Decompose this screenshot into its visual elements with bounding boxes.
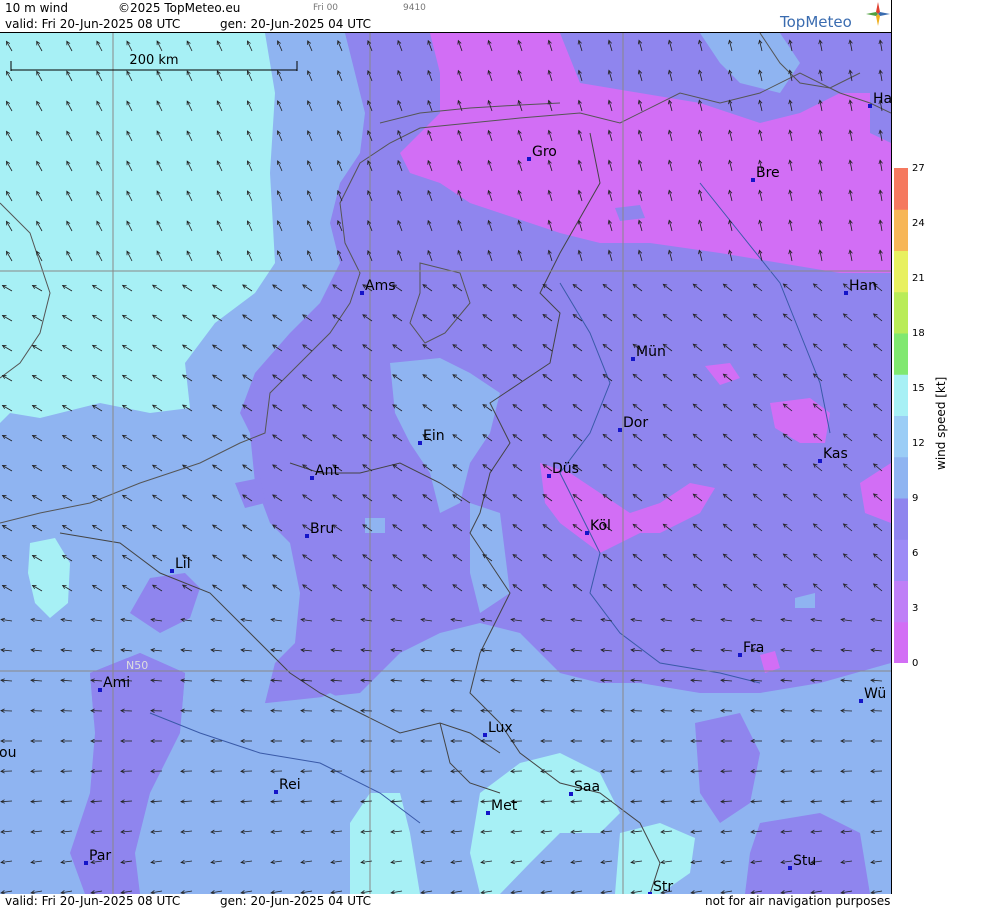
city-marker	[360, 291, 364, 295]
city-label: Han	[849, 278, 877, 294]
grid-label-n50: N50	[126, 659, 148, 672]
valid-time: valid: Fri 20-Jun-2025 08 UTC	[5, 17, 181, 31]
colorbar-band	[894, 374, 908, 416]
city-label: ou	[0, 745, 16, 761]
colorbar-band	[894, 580, 908, 623]
city-marker	[486, 811, 490, 815]
colorbar-tick-label: 24	[912, 218, 925, 229]
city-label: Ams	[365, 278, 396, 294]
city-label: Stu	[793, 853, 816, 869]
city-label: Fra	[743, 640, 764, 656]
city-label: Ha	[873, 91, 891, 107]
colorbar-band	[894, 291, 908, 334]
city-marker	[483, 733, 487, 737]
city-marker	[527, 157, 531, 161]
city-label: Wü	[864, 686, 886, 702]
footer-disclaimer: not for air navigation purposes	[705, 894, 891, 908]
wind-speed-colorbar	[894, 168, 908, 663]
city-marker	[859, 699, 863, 703]
city-marker	[844, 291, 848, 295]
city-marker	[547, 474, 551, 478]
colorbar-tick-label: 9	[912, 493, 919, 504]
colorbar-band	[894, 498, 908, 540]
city-marker	[585, 531, 589, 535]
city-marker	[818, 459, 822, 463]
colorbar-tick-label: 0	[912, 658, 919, 669]
city-label: Ant	[315, 463, 339, 479]
city-marker	[310, 476, 314, 480]
colorbar-tick-label: 3	[912, 603, 919, 614]
scale-bar-label: 200 km	[129, 53, 178, 68]
colorbar-band	[894, 415, 908, 458]
logo-text: TopMeteo	[780, 13, 852, 31]
run-label: Fri 00	[313, 3, 339, 13]
city-marker	[738, 653, 742, 657]
city-label: Met	[491, 798, 518, 814]
city-marker	[305, 534, 309, 538]
city-marker	[418, 441, 422, 445]
city-marker	[751, 178, 755, 182]
city-label: Lil	[175, 556, 191, 572]
city-marker	[631, 357, 635, 361]
colorbar-tick-label: 21	[912, 273, 925, 284]
colorbar-tick-label: 15	[912, 383, 925, 394]
city-label: Köl	[590, 518, 611, 534]
city-marker	[788, 866, 792, 870]
topmeteo-logo: TopMeteo	[780, 2, 890, 32]
colorbar-band	[894, 250, 908, 293]
city-label: Ami	[103, 675, 130, 691]
city-marker	[868, 104, 872, 108]
colorbar-band	[894, 539, 908, 581]
city-label: Mün	[636, 344, 666, 360]
colorbar-band	[894, 621, 908, 663]
footer-generated-time: gen: 20-Jun-2025 04 UTC	[220, 894, 372, 908]
city-marker	[170, 569, 174, 573]
city-label: Rei	[279, 777, 301, 793]
wind-map-canvas: N50 200 km Ha Gro Bre Ams Han Mün Dor Ein Kas Ant…	[0, 33, 891, 894]
city-label: Bru	[310, 521, 334, 537]
city-marker	[274, 790, 278, 794]
city-label: Str	[653, 879, 673, 894]
city-marker	[618, 428, 622, 432]
city-marker	[98, 688, 102, 692]
colorbar-tick-label: 12	[912, 438, 925, 449]
generated-time: gen: 20-Jun-2025 04 UTC	[220, 17, 372, 31]
colorbar-tick-label: 6	[912, 548, 919, 559]
footer: valid: Fri 20-Jun-2025 08 UTC gen: 20-Ju…	[0, 894, 983, 909]
colorbar-tick-label: 18	[912, 328, 925, 339]
city-label: Düs	[552, 461, 579, 477]
city-label: Gro	[532, 144, 557, 160]
city-marker	[569, 792, 573, 796]
city-label: Saa	[574, 779, 600, 795]
city-label: Dor	[623, 415, 648, 431]
city-label: Ein	[423, 428, 445, 444]
colorbar-band	[894, 456, 908, 499]
city-label: Par	[89, 848, 111, 864]
colorbar-title: wind speed [kt]	[934, 376, 948, 470]
run-code: 9410	[403, 3, 426, 13]
compass-star-icon	[866, 2, 890, 26]
blue-region-bru-small	[365, 518, 385, 533]
colorbar-band	[894, 333, 908, 375]
colorbar-band	[894, 168, 908, 210]
wind-map: N50 200 km Ha Gro Bre Ams Han Mün Dor Ein Kas Ant…	[0, 33, 891, 894]
product-title: 10 m wind	[5, 1, 68, 15]
footer-valid-time: valid: Fri 20-Jun-2025 08 UTC	[5, 894, 181, 908]
city-label: Lux	[488, 720, 513, 736]
copyright-text: ©2025 TopMeteo.eu	[118, 1, 241, 15]
colorbar-tick-label: 27	[912, 163, 925, 174]
city-label: Kas	[823, 446, 848, 462]
colorbar-band	[894, 209, 908, 251]
city-marker	[84, 861, 88, 865]
city-label: Bre	[756, 165, 780, 181]
